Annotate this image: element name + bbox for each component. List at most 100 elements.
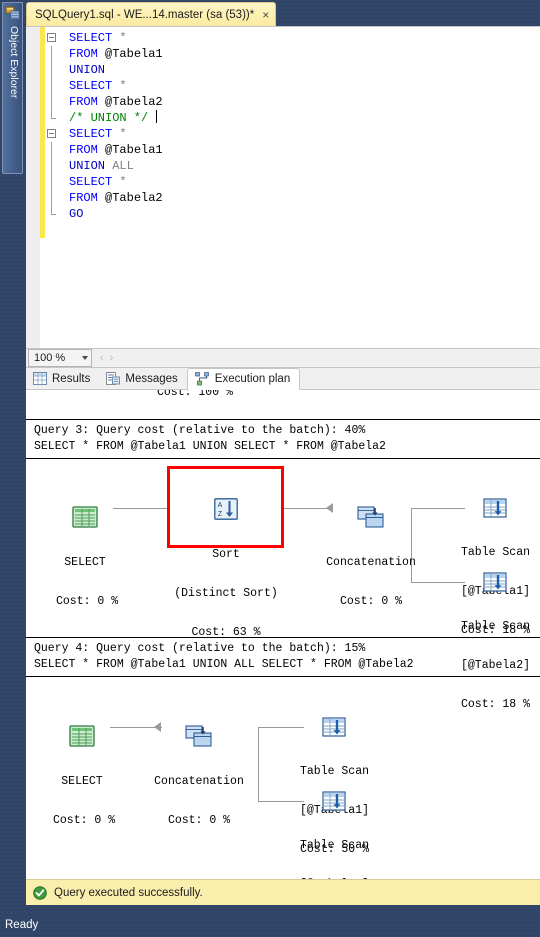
code-line: FROM @Tabela2 (45, 94, 540, 110)
plan-node-cost: Cost: 0 % (167, 814, 231, 827)
collapse-toggle-icon[interactable] (47, 33, 56, 42)
code-token: @Tabela1 (97, 47, 163, 61)
plan-node-name: Table Scan (461, 620, 531, 633)
execution-plan-pane[interactable]: Cost: 100 % Query 3: Query cost (relativ… (26, 390, 540, 879)
plan-node-name: Concatenation (326, 556, 416, 569)
table-scan-icon (483, 572, 507, 592)
code-line: FROM @Tabela1 (45, 142, 540, 158)
select-result-icon (69, 725, 95, 747)
outline-guide (51, 94, 52, 110)
document-tab-title: SQLQuery1.sql - WE...14.master (sa (53))… (35, 8, 255, 21)
message-page-icon (106, 372, 121, 385)
sql-code-text[interactable]: SELECT * FROM @Tabela1 UNION SELECT * FROM @… (45, 27, 540, 222)
code-token: * (119, 127, 127, 141)
code-token: @Tabela2 (97, 95, 163, 109)
tab-execution-plan[interactable]: Execution plan (186, 368, 301, 390)
tab-results[interactable]: Results (26, 368, 99, 389)
concatenation-icon (185, 725, 212, 747)
query3-cost-header: Query 3: Query cost (relative to the bat… (34, 424, 366, 437)
code-token: FROM (69, 191, 98, 205)
outline-guide (51, 110, 56, 119)
query4-cost-header: Query 4: Query cost (relative to the bat… (34, 642, 366, 655)
plan-node-name: Table Scan (300, 839, 370, 852)
plan-node-select[interactable]: SELECT Cost: 0 % (56, 480, 119, 634)
code-line: FROM @Tabela1 (45, 46, 540, 62)
plan-connector (258, 801, 304, 802)
zoom-level-value: 100 % (34, 352, 66, 364)
chevron-right-icon: › (109, 352, 114, 364)
select-result-icon (72, 506, 98, 528)
tab-sqlquery1[interactable]: SQLQuery1.sql - WE...14.master (sa (53))… (26, 2, 277, 26)
plan-node-concatenation[interactable]: Concatenation Cost: 0 % (144, 699, 254, 853)
plan-connector (258, 727, 259, 801)
svg-text:A: A (218, 502, 223, 509)
left-dock-strip: Object Explorer (0, 0, 26, 913)
plan-divider (26, 676, 540, 677)
code-line: GO (45, 206, 540, 222)
code-token: * (119, 79, 127, 93)
code-line: SELECT * (45, 30, 540, 46)
close-icon[interactable]: × (262, 9, 269, 21)
code-line: /* UNION */ (45, 110, 540, 126)
plan-node-cost: Cost: 0 % (339, 595, 403, 608)
plan-node-cost: Cost: 0 % (56, 595, 119, 608)
outline-guide (51, 142, 52, 158)
code-token: /* UNION */ (69, 111, 149, 125)
code-token: * (119, 175, 127, 189)
tab-messages[interactable]: Messages (99, 368, 186, 389)
code-token: @Tabela2 (97, 191, 163, 205)
tab-results-label: Results (52, 372, 91, 385)
query-status-message-text: Query executed successfully. (54, 886, 203, 899)
code-token: SELECT (69, 79, 113, 93)
outline-guide (51, 158, 52, 174)
plan-node-table-scan[interactable]: Table Scan [@Tabela2] Cost: 50 % (300, 765, 395, 879)
table-scan-icon (483, 498, 507, 518)
sql-editor-pane[interactable]: SELECT * FROM @Tabela1 UNION SELECT * FROM @… (26, 26, 540, 348)
outline-guide (51, 46, 52, 62)
zoom-level-select[interactable]: 100 % (28, 349, 92, 367)
code-token: FROM (69, 47, 98, 61)
status-bar-text: Ready (5, 919, 39, 931)
plan-connector (258, 727, 304, 728)
table-scan-icon (322, 717, 346, 737)
code-line: UNION ALL (45, 158, 540, 174)
plan-node-cost: Cost: 18 % (461, 698, 531, 711)
plan-node-subtitle: [@Tabela2] (461, 659, 531, 672)
code-token: SELECT (69, 31, 113, 45)
grid-icon (33, 372, 47, 385)
results-tab-bar: Results Messages Execution plan (26, 368, 540, 390)
code-token: GO (69, 207, 84, 221)
code-token: FROM (69, 143, 98, 157)
editor-nav-arrows: ‹ › (100, 352, 113, 364)
plan-divider (26, 637, 540, 638)
query4-sql-text: SELECT * FROM @Tabela1 UNION ALL SELECT … (34, 658, 414, 671)
sidebar-item-object-explorer[interactable]: Object Explorer (2, 2, 23, 174)
plan-node-table-scan[interactable]: Table Scan [@Tabela2] Cost: 18 % (461, 546, 540, 737)
object-explorer-label: Object Explorer (8, 26, 20, 99)
chevron-down-icon[interactable] (82, 356, 88, 360)
table-scan-icon (322, 791, 346, 811)
code-token: ALL (112, 159, 134, 173)
outline-guide (51, 78, 52, 94)
plan-node-name: SELECT (61, 775, 103, 788)
tab-execution-plan-label: Execution plan (214, 373, 291, 385)
server-tree-icon (5, 6, 20, 20)
collapse-toggle-icon[interactable] (47, 129, 56, 138)
code-token: SELECT (69, 127, 113, 141)
plan-node-subtitle: (Distinct Sort) (174, 587, 278, 600)
code-token: UNION (69, 63, 106, 77)
plan-node-select[interactable]: SELECT Cost: 0 % (53, 699, 115, 853)
outline-guide (51, 190, 52, 206)
code-line: SELECT * (45, 174, 540, 190)
plan-divider (26, 458, 540, 459)
code-line: FROM @Tabela2 (45, 190, 540, 206)
success-check-icon (33, 885, 47, 900)
chevron-left-icon: ‹ (100, 352, 104, 364)
document-tab-bar: SQLQuery1.sql - WE...14.master (sa (53))… (26, 0, 540, 26)
query3-sql-text: SELECT * FROM @Tabela1 UNION SELECT * FR… (34, 440, 386, 453)
code-line: SELECT * (45, 78, 540, 94)
plan-node-concatenation[interactable]: Concatenation Cost: 0 % (316, 480, 426, 634)
code-token: UNION (69, 159, 106, 173)
outline-guide (51, 62, 52, 78)
sort-az-icon: A Z (214, 498, 238, 520)
